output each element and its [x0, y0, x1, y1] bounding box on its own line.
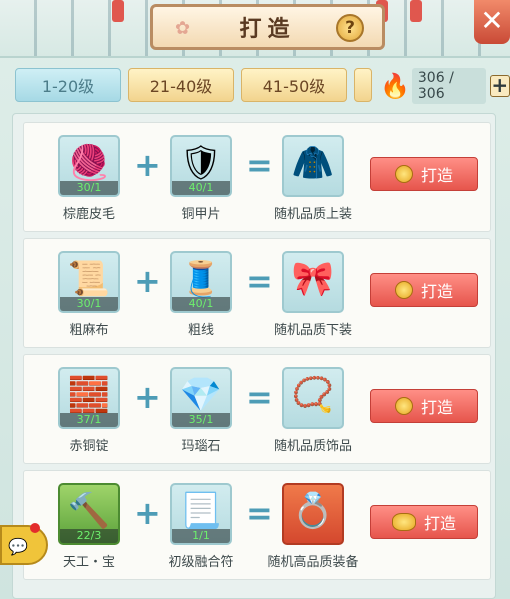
gold-ingot-icon	[391, 513, 416, 531]
belt-icon: 🎀	[291, 259, 335, 299]
fusion-scroll-icon: 📃	[179, 491, 223, 531]
material-count: 40/1	[172, 181, 230, 195]
copper-plate-icon: 🛡	[179, 143, 223, 183]
add-energy-button[interactable]: +	[489, 75, 510, 97]
copper-ingot-icon: 🧱	[67, 375, 111, 415]
material-slot[interactable]: 🧶 30/1	[58, 135, 120, 197]
equals-icon: =	[246, 146, 273, 184]
lantern-icon	[410, 0, 422, 22]
result-slot[interactable]: 🧥	[282, 135, 344, 197]
material-name: 棕鹿皮毛	[62, 207, 115, 222]
thread-spool-icon: 🧵	[179, 259, 223, 299]
plus-icon: +	[134, 146, 161, 184]
material-name: 初级融合符	[168, 555, 234, 570]
result-slot[interactable]: 💍	[282, 483, 344, 545]
linen-cloth-icon: 📜	[67, 259, 111, 299]
material-name: 天工・宝	[62, 555, 115, 570]
energy-display: 🔥 306 / 306 +	[380, 68, 510, 104]
hammer-icon: 🔨	[67, 491, 111, 531]
close-button[interactable]: ✕	[474, 0, 510, 44]
forge-button-label: 打造	[420, 166, 453, 185]
material-count: 35/1	[172, 413, 230, 427]
material-name: 玛瑙石	[181, 439, 221, 454]
result-name: 随机高品质装备	[267, 555, 359, 570]
equals-icon: =	[246, 494, 273, 532]
equals-icon: =	[246, 262, 273, 300]
material-count: 37/1	[60, 413, 118, 427]
plus-icon: +	[134, 262, 161, 300]
material-slot[interactable]: 🧵 40/1	[170, 251, 232, 313]
tab-level-21-40[interactable]: 21-40级	[128, 68, 234, 102]
forge-button[interactable]: 打造	[370, 157, 478, 191]
material-name: 粗麻布	[69, 323, 109, 338]
upper-garment-icon: 🧥	[291, 143, 335, 183]
material-slot[interactable]: 📃 1/1	[170, 483, 232, 545]
help-button[interactable]: ?	[336, 14, 364, 42]
recipe-row: 📜 30/1 粗麻布 + 🧵 40/1 粗线 = 🎀 随机品质下装 打造	[23, 238, 491, 348]
fur-icon: 🧶	[67, 143, 111, 183]
material-name: 铜甲片	[181, 207, 221, 222]
level-tabs: 1-20级 21-40级 41-50级	[15, 68, 372, 102]
forge-button[interactable]: 打造	[370, 389, 478, 423]
equals-icon: =	[246, 378, 273, 416]
tab-next-partial[interactable]	[354, 68, 372, 102]
energy-value: 306 / 306	[411, 68, 486, 104]
material-count: 40/1	[172, 297, 230, 311]
chat-button[interactable]: 💬	[0, 523, 48, 565]
material-count: 1/1	[172, 529, 230, 543]
material-slot[interactable]: 🛡 40/1	[170, 135, 232, 197]
recipe-row: 🧱 37/1 赤铜锭 + 💎 35/1 玛瑙石 = 📿 随机品质饰品 打造	[23, 354, 491, 464]
recipe-row: 🧶 30/1 棕鹿皮毛 + 🛡 40/1 铜甲片 = 🧥 随机品质上装 打造	[23, 122, 491, 232]
material-slot[interactable]: 💎 35/1	[170, 367, 232, 429]
forge-button[interactable]: 打造	[370, 505, 478, 539]
result-name: 随机品质饰品	[273, 439, 352, 454]
material-count: 30/1	[60, 181, 118, 195]
bead-necklace-icon: 📿	[291, 375, 335, 415]
plus-icon: +	[134, 494, 161, 532]
material-name: 赤铜锭	[69, 439, 109, 454]
material-slot[interactable]: 🔨 22/3	[58, 483, 120, 545]
forge-button-label: 打造	[420, 282, 453, 301]
tab-level-1-20[interactable]: 1-20级	[15, 68, 121, 102]
gem-ring-icon: 💍	[291, 491, 335, 531]
result-name: 随机品质下装	[273, 323, 352, 338]
coin-icon	[394, 281, 413, 299]
material-count: 30/1	[60, 297, 118, 311]
page-title: 打造	[239, 17, 296, 42]
material-slot[interactable]: 🧱 37/1	[58, 367, 120, 429]
chat-bubble-icon: 💬	[8, 537, 28, 556]
forge-button-label: 打造	[423, 514, 456, 533]
material-name: 粗线	[187, 323, 214, 338]
plus-icon: +	[134, 378, 161, 416]
coin-icon	[394, 397, 413, 415]
material-slot[interactable]: 📜 30/1	[58, 251, 120, 313]
tab-level-41-50[interactable]: 41-50级	[241, 68, 347, 102]
forge-button[interactable]: 打造	[370, 273, 478, 307]
flower-icon: ✿	[175, 18, 191, 39]
result-slot[interactable]: 📿	[282, 367, 344, 429]
result-slot[interactable]: 🎀	[282, 251, 344, 313]
notification-dot	[30, 523, 40, 533]
coin-icon	[394, 165, 413, 183]
fire-icon: 🔥	[380, 72, 410, 100]
title-plate: ✿ 打造 ?	[150, 4, 385, 50]
recipe-list[interactable]: 🧶 30/1 棕鹿皮毛 + 🛡 40/1 铜甲片 = 🧥 随机品质上装 打造 📜…	[12, 113, 496, 599]
forge-button-label: 打造	[420, 398, 453, 417]
recipe-row: 🔨 22/3 天工・宝 + 📃 1/1 初级融合符 = 💍 随机高品质装备 打造	[23, 470, 491, 580]
material-count: 22/3	[60, 529, 118, 543]
forge-panel: ✿ 打造 ? ✕ 1-20级 21-40级 41-50级 🔥 306 / 306…	[0, 0, 510, 599]
result-name: 随机品质上装	[273, 207, 352, 222]
lantern-icon	[112, 0, 124, 22]
agate-stone-icon: 💎	[179, 375, 223, 415]
